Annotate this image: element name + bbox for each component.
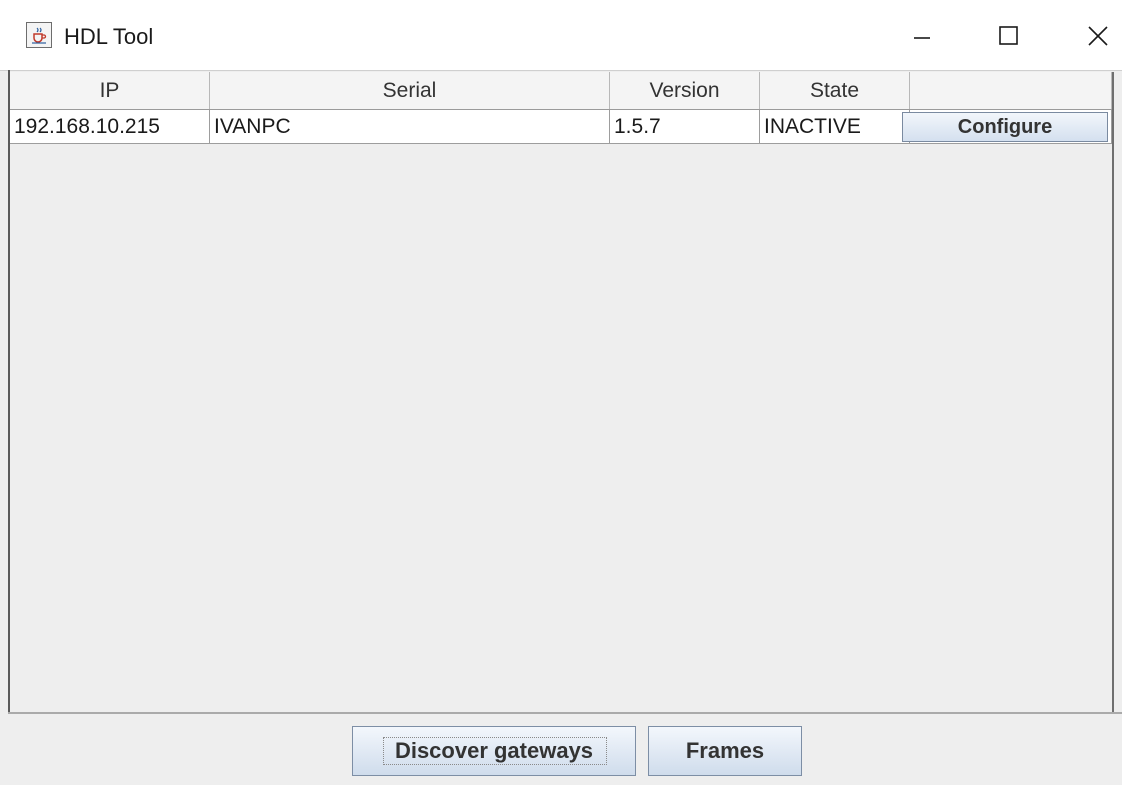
minimize-button[interactable] [902, 18, 942, 52]
app-window: HDL Tool IP Serial Version State 192.168… [0, 0, 1122, 785]
vertical-scrollbar[interactable] [1112, 72, 1122, 712]
column-header-ip[interactable]: IP [10, 72, 210, 109]
column-header-state[interactable]: State [760, 72, 910, 109]
cell-ip[interactable]: 192.168.10.215 [10, 110, 210, 144]
configure-button[interactable]: Configure [902, 112, 1108, 142]
window-title: HDL Tool [64, 24, 154, 49]
scroll-down-icon[interactable] [1116, 690, 1122, 696]
scroll-up-icon[interactable] [1116, 124, 1122, 130]
cell-state[interactable]: INACTIVE [760, 110, 910, 144]
column-header-action[interactable] [910, 72, 1112, 109]
cell-serial[interactable]: IVANPC [210, 110, 610, 144]
close-button[interactable] [1080, 18, 1120, 52]
close-icon [1088, 26, 1108, 46]
table-header: IP Serial Version State [10, 72, 1112, 110]
maximize-button[interactable] [988, 18, 1028, 52]
column-header-version[interactable]: Version [610, 72, 760, 109]
minimize-icon [914, 37, 930, 39]
title-bar: HDL Tool [0, 0, 1122, 71]
cell-version[interactable]: 1.5.7 [610, 110, 760, 144]
maximize-icon [999, 26, 1018, 45]
discover-gateways-button[interactable]: Discover gateways [352, 726, 636, 776]
java-cup-icon [26, 22, 52, 48]
content-border [8, 70, 10, 712]
column-header-serial[interactable]: Serial [210, 72, 610, 109]
focus-ring [383, 737, 607, 765]
frames-button[interactable]: Frames [648, 726, 802, 776]
